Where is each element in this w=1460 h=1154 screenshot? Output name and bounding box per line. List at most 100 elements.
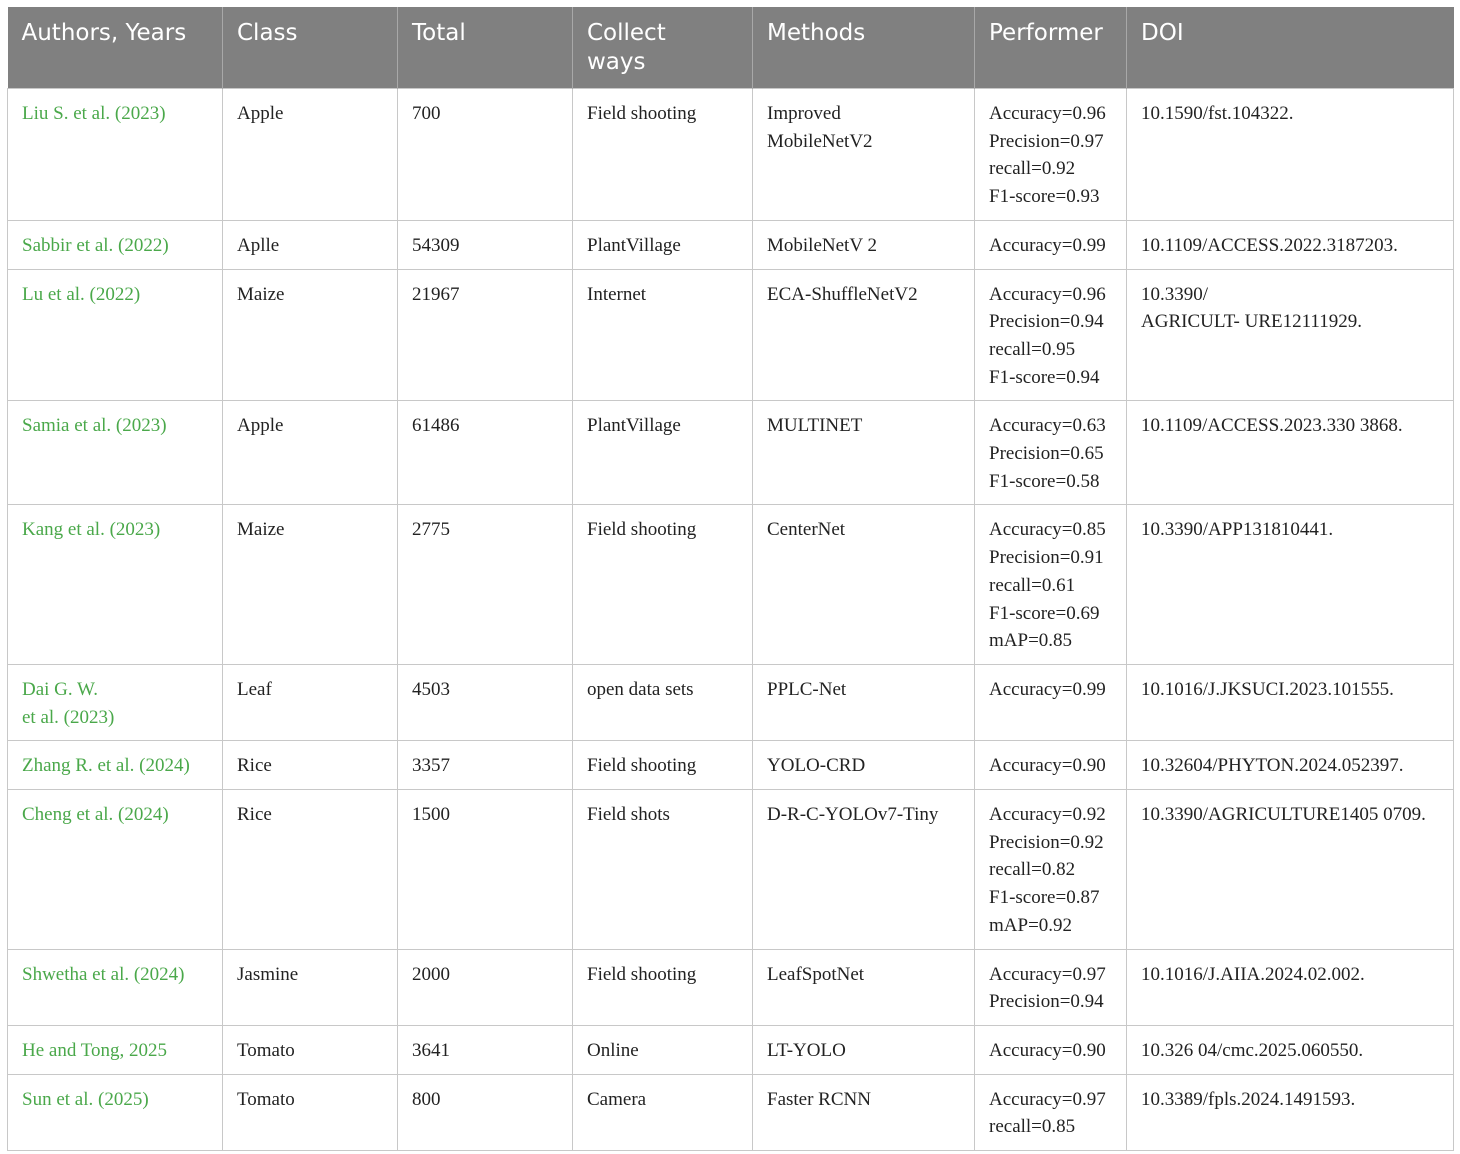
cell-class: Tomato <box>222 1073 398 1152</box>
cell-performer-line: Accuracy=0.97 <box>989 1088 1106 1110</box>
cell-class: Jasmine <box>222 948 398 1026</box>
table-row: Liu S. et al. (2023) Apple 700 Field shooti… <box>7 88 1454 221</box>
cell-collect-ways: Field shooting <box>572 948 753 1026</box>
cell-performer: Accuracy=0.96 Precision=0.94 recall=0.95 F1… <box>974 268 1127 402</box>
cell-doi-line: 10.3389/fpls.2024.1491593. <box>1141 1088 1356 1110</box>
cell-doi-line: 10.3390/AGRICULTURE1405 0709. <box>1141 804 1426 826</box>
cell-authors-line[interactable]: Cheng et al. (2024) <box>22 801 212 829</box>
cell-performer: Accuracy=0.97 recall=0.85 <box>974 1073 1127 1152</box>
cell-authors[interactable]: Zhang R. et al. (2024) <box>7 740 223 791</box>
cell-collect-ways: PlantVillage <box>572 219 753 270</box>
cell-authors-line[interactable]: Sun et al. (2025) <box>22 1086 212 1114</box>
cell-doi: 10.32604/PHYTON.2024.052397. <box>1126 740 1454 791</box>
cell-performer-line: F1-score=0.87 <box>989 887 1100 909</box>
cell-doi: 10.1109/ACCESS.2023.330 3868. <box>1126 400 1454 506</box>
cell-methods-line: YOLO-CRD <box>767 755 866 777</box>
table-row: Lu et al. (2022) Maize 21967 Internet ECA-Sh… <box>7 268 1454 402</box>
cell-class: Maize <box>222 504 398 665</box>
cell-doi-line: 10.1590/fst.104322. <box>1141 103 1294 124</box>
cell-performer: Accuracy=0.99 <box>974 663 1127 742</box>
header-methods: Methods <box>752 7 975 89</box>
cell-performer-line: mAP=0.85 <box>989 630 1073 652</box>
cell-authors-line[interactable]: Zhang R. et al. (2024) <box>22 752 212 780</box>
cell-performer-line: Accuracy=0.97 <box>989 963 1106 985</box>
cell-authors[interactable]: Sabbir et al. (2022) <box>7 219 223 270</box>
cell-authors[interactable]: Lu et al. (2022) <box>7 268 223 402</box>
table-row: Samia et al. (2023) Apple 61486 PlantVillag… <box>7 400 1454 506</box>
cell-doi: 10.3389/fpls.2024.1491593. <box>1126 1073 1454 1152</box>
cell-class: Rice <box>222 740 398 791</box>
cell-performer: Accuracy=0.97 Precision=0.94 <box>974 948 1127 1026</box>
cell-doi-line: 10.1109/ACCESS.2022.3187203. <box>1141 234 1398 256</box>
cell-performer-line: Precision=0.65 <box>989 443 1104 465</box>
cell-doi: 10.3390/APP131810441. <box>1126 504 1454 665</box>
cell-class: Aplle <box>222 219 398 270</box>
table-row: Sabbir et al. (2022) Aplle 54309 PlantVilla… <box>7 219 1454 270</box>
cell-methods-line: LT-YOLO <box>767 1039 846 1061</box>
header-performer: Performer <box>974 7 1127 89</box>
cell-authors[interactable]: Liu S. et al. (2023) <box>7 88 223 221</box>
table-row: Sun et al. (2025) Tomato 800 Camera Faster R… <box>7 1073 1454 1152</box>
cell-performer: Accuracy=0.85 Precision=0.91 recall=0.61 F1… <box>974 504 1127 665</box>
cell-total: 800 <box>397 1073 573 1152</box>
cell-performer-line: F1-score=0.69 <box>989 602 1100 624</box>
cell-performer-line: Precision=0.97 <box>989 130 1104 152</box>
table-row: Dai G. W. et al. (2023) Leaf 4503 open data … <box>7 663 1454 742</box>
cell-performer: Accuracy=0.90 <box>974 1024 1127 1075</box>
cell-methods: PPLC-Net <box>752 663 975 742</box>
cell-performer-line: recall=0.92 <box>989 158 1076 180</box>
cell-performer: Accuracy=0.96 Precision=0.97 recall=0.92 F1… <box>974 88 1127 221</box>
cell-doi: 10.326 04/cmc.2025.060550. <box>1126 1024 1454 1075</box>
cell-authors[interactable]: Cheng et al. (2024) <box>7 789 223 950</box>
cell-performer-line: Precision=0.91 <box>989 547 1104 569</box>
cell-class: Maize <box>222 268 398 402</box>
cell-authors-line[interactable]: He and Tong, 2025 <box>22 1037 212 1065</box>
cell-authors[interactable]: Dai G. W. et al. (2023) <box>7 663 223 742</box>
cell-performer-line: F1-score=0.93 <box>989 186 1100 208</box>
cell-authors-line[interactable]: Shwetha et al. (2024) <box>22 961 212 989</box>
cell-authors-line[interactable]: Lu et al. (2022) <box>22 281 212 309</box>
cell-methods: Improved MobileNetV2 <box>752 88 975 221</box>
header-doi: DOI <box>1126 7 1454 89</box>
cell-authors-line[interactable]: Liu S. et al. (2023) <box>22 100 212 128</box>
cell-authors[interactable]: He and Tong, 2025 <box>7 1024 223 1075</box>
cell-performer: Accuracy=0.63 Precision=0.65 F1-score=0.58 <box>974 400 1127 506</box>
cell-performer-line: Accuracy=0.90 <box>989 755 1106 777</box>
cell-doi: 10.1016/J.AIIA.2024.02.002. <box>1126 948 1454 1026</box>
cell-methods: Faster RCNN <box>752 1073 975 1152</box>
cell-authors-line[interactable]: Samia et al. (2023) <box>22 412 212 440</box>
cell-methods-line: PPLC-Net <box>767 678 847 700</box>
cell-methods: CenterNet <box>752 504 975 665</box>
cell-collect-ways: Field shooting <box>572 740 753 791</box>
cell-performer-line: Accuracy=0.96 <box>989 103 1106 124</box>
cell-performer-line: Accuracy=0.96 <box>989 283 1106 305</box>
cell-collect-ways: open data sets <box>572 663 753 742</box>
table-row: Shwetha et al. (2024) Jasmine 2000 Field sh… <box>7 948 1454 1026</box>
cell-performer-line: recall=0.85 <box>989 1116 1076 1138</box>
cell-class: Tomato <box>222 1024 398 1075</box>
cell-collect-ways: Camera <box>572 1073 753 1152</box>
cell-doi-line: 10.3390/APP131810441. <box>1141 519 1334 541</box>
cell-authors-line[interactable]: Dai G. W. <box>22 676 212 704</box>
table-row: Zhang R. et al. (2024) Rice 3357 Field shoo… <box>7 740 1454 791</box>
cell-authors[interactable]: Kang et al. (2023) <box>7 504 223 665</box>
cell-doi-line: 10.32604/PHYTON.2024.052397. <box>1141 755 1404 777</box>
cell-methods-line: D-R-C-YOLOv7-Tiny <box>767 804 939 826</box>
cell-performer: Accuracy=0.90 <box>974 740 1127 791</box>
cell-total: 3357 <box>397 740 573 791</box>
cell-authors[interactable]: Samia et al. (2023) <box>7 400 223 506</box>
cell-authors-line[interactable]: Kang et al. (2023) <box>22 516 212 544</box>
cell-methods-line: LeafSpotNet <box>767 963 865 985</box>
cell-collect-ways: Online <box>572 1024 753 1075</box>
cell-authors-line[interactable]: et al. (2023) <box>22 704 212 732</box>
cell-doi: 10.3390/AGRICULT- URE12111929. <box>1126 268 1454 402</box>
cell-authors[interactable]: Shwetha et al. (2024) <box>7 948 223 1026</box>
cell-performer-line: mAP=0.92 <box>989 914 1073 936</box>
header-total: Total <box>397 7 573 89</box>
cell-performer-line: Accuracy=0.99 <box>989 234 1106 256</box>
cell-collect-ways: PlantVillage <box>572 400 753 506</box>
cell-authors-line[interactable]: Sabbir et al. (2022) <box>22 232 212 260</box>
cell-methods-line: Improved <box>767 103 841 124</box>
cell-performer-line: Precision=0.92 <box>989 831 1104 853</box>
cell-authors[interactable]: Sun et al. (2025) <box>7 1073 223 1152</box>
